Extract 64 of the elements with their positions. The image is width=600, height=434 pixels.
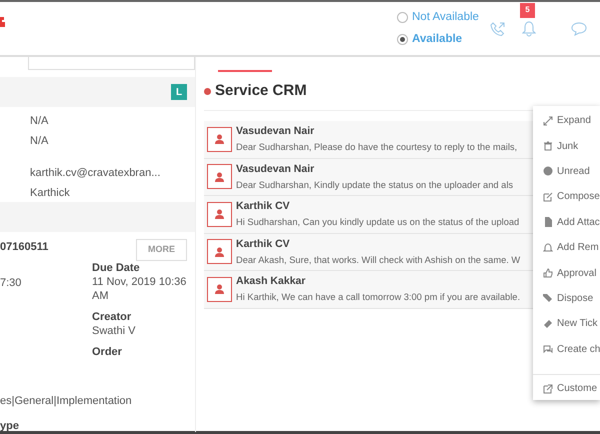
search-field[interactable] (28, 57, 195, 70)
categories-text: es|General|Implementation (0, 394, 133, 409)
sender-name: Karthik CV (236, 199, 291, 214)
phone-icon[interactable] (490, 20, 506, 36)
person-icon (215, 172, 224, 182)
message-preview: Dear Sudharshan, Please do have the courtesy to reply to the mails, (236, 141, 518, 154)
menu-item[interactable]: Dispose (533, 286, 600, 312)
edit-icon (543, 192, 553, 202)
creator-label: Creator (92, 310, 132, 324)
menu-item[interactable]: Add Attac (533, 210, 600, 235)
person-icon (215, 284, 224, 294)
message-row[interactable]: Karthik CV Hi Sudharshan, Can you kindly update us on the status of the upload (204, 196, 533, 234)
menu-item[interactable]: Custome (533, 376, 600, 402)
chat-icon[interactable] (571, 22, 587, 36)
file-icon (543, 217, 553, 228)
chat-icon (543, 344, 553, 354)
sender-name: Vasudevan Nair (236, 124, 316, 140)
menu-item[interactable]: Add Rem (533, 234, 600, 260)
ticket-number: 07160511 (0, 240, 48, 255)
sender-name: Akash Kakkar (236, 274, 306, 290)
sender-name: Vasudevan Nair (236, 162, 316, 177)
order-label: Order (92, 345, 123, 359)
person-icon (215, 134, 224, 144)
menu-item[interactable]: Create ch (533, 336, 600, 362)
message-preview: Dear Sudharshan, Kindly update the status on the uploader and als (236, 178, 514, 192)
letter-badge: L (171, 84, 187, 100)
trash-icon (543, 141, 553, 152)
due-date-value: 11 Nov, 2019 10:36 AM (92, 275, 188, 303)
sender-name: Karthik CV (236, 236, 291, 252)
logo-fragment-icon (0, 16, 5, 26)
expand-icon (543, 116, 553, 126)
time-value: 7:30 (0, 277, 22, 289)
status-dot (204, 88, 211, 94)
message-row[interactable]: Akash Kakkar Hi Karthik, We can have a call tomorrow 3:00 pm if you are available. (204, 271, 533, 308)
field-value: N/A (30, 115, 48, 127)
field-value: N/A (30, 135, 48, 147)
active-tab-indicator (218, 70, 272, 72)
inbox-title: Service CRM (215, 80, 307, 101)
menu-item[interactable]: Unread (533, 158, 600, 184)
circle-icon (543, 166, 553, 176)
thumbs-up-icon (543, 268, 553, 278)
menu-item[interactable]: New Tick (533, 311, 600, 337)
menu-item[interactable]: Junk (533, 133, 600, 159)
message-row[interactable]: Vasudevan Nair Dear Sudharshan, Kindly update the status on the uploader and als (204, 158, 533, 196)
external-link-icon (543, 384, 553, 394)
menu-item[interactable]: Expand (533, 108, 600, 134)
message-preview: Dear Akash, Sure, that works. Will check with Ashish on the same. W (236, 254, 520, 267)
bell-icon (543, 242, 553, 253)
field-value: Karthick (30, 187, 70, 199)
type-label: ype (0, 418, 20, 434)
message-row[interactable]: Vasudevan Nair Dear Sudharshan, Please do have the courtesy to reply to the mails, (204, 121, 533, 158)
person-icon (215, 209, 224, 220)
field-value: karthik.cv@cravatexbran... (30, 167, 160, 179)
message-row[interactable]: Karthik CV Dear Akash, Sure, that works. Will check with Ashish on the same. W (204, 234, 533, 271)
message-preview: Hi Sudharshan, Can you kindly update us on the status of the upload (236, 216, 520, 230)
menu-item[interactable]: Approval (533, 260, 600, 286)
notification-badge: 5 (520, 2, 535, 18)
creator-value: Swathi V (92, 324, 136, 338)
person-icon (215, 246, 224, 257)
bell-icon[interactable] (522, 20, 536, 37)
message-preview: Hi Karthik, We can have a call tomorrow 3:00 pm if you are available. (236, 291, 520, 304)
tags-icon (543, 293, 553, 304)
due-date-label: Due Date (92, 261, 141, 275)
menu-item[interactable]: Compose (533, 184, 600, 210)
